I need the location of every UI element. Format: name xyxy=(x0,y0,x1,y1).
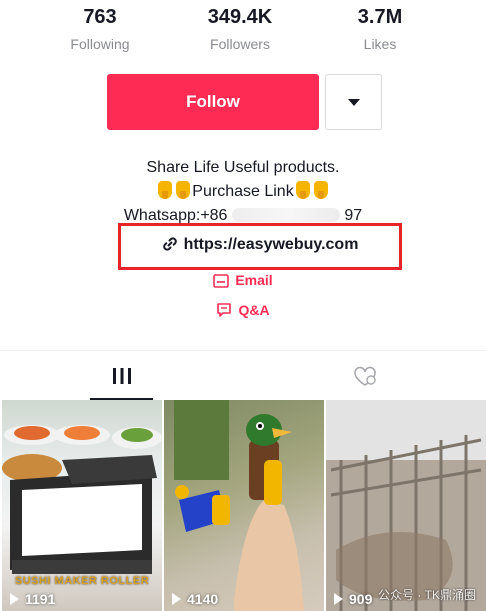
whatsapp-suffix: 97 xyxy=(344,207,363,224)
bio-line-1: Share Life Useful products. xyxy=(146,159,340,176)
profile-tabs xyxy=(0,350,486,400)
blurred-number xyxy=(231,208,340,222)
video-thumbnail[interactable]: 909 公众号 · TK鼎涌圈 xyxy=(326,400,486,611)
followers-count: 349.4K xyxy=(207,6,273,28)
stat-following[interactable]: 763 Following xyxy=(40,4,160,54)
video-thumbnail[interactable]: SUSHI MAKER ROLLER 1191 xyxy=(2,400,162,611)
grid-icon xyxy=(112,368,131,384)
likes-label: Likes xyxy=(363,36,397,52)
video-views: 4140 xyxy=(172,591,218,607)
profile-bio: Share Life Useful products. Purchase Lin… xyxy=(0,156,486,228)
video-thumbnail[interactable]: 4140 xyxy=(164,400,324,611)
followers-label: Followers xyxy=(210,36,270,52)
tab-videos[interactable] xyxy=(0,351,243,401)
bio-line-2: Purchase Link xyxy=(0,180,486,204)
toy-figure-image xyxy=(174,400,304,611)
purchase-link-text: Purchase Link xyxy=(192,183,294,200)
likes-count: 3.7M xyxy=(357,6,403,28)
following-label: Following xyxy=(70,36,130,52)
pointing-down-icon xyxy=(313,181,328,199)
link-icon xyxy=(162,237,177,251)
pointing-down-icon xyxy=(176,181,191,199)
pointing-down-icon xyxy=(295,181,310,199)
video-views: 909 xyxy=(334,591,372,607)
email-link[interactable]: Email xyxy=(0,272,486,288)
watermark-text: 公众号 · TK鼎涌圈 xyxy=(378,588,476,602)
caret-down-icon xyxy=(347,98,360,106)
following-count: 763 xyxy=(83,6,117,28)
more-options-button[interactable] xyxy=(325,74,382,130)
profile-stats: 763 Following 349.4K Followers 3.7M Like… xyxy=(40,4,440,56)
tab-liked[interactable] xyxy=(243,351,486,401)
pointing-down-icon xyxy=(158,181,173,199)
qa-icon xyxy=(217,303,232,317)
play-icon xyxy=(334,593,343,605)
whatsapp-prefix: Whatsapp:+86 xyxy=(123,207,228,224)
play-icon xyxy=(172,593,181,605)
qa-label: Q&A xyxy=(238,302,270,318)
link-url: https://easywebuy.com xyxy=(183,236,359,253)
liked-heart-icon xyxy=(353,366,376,386)
play-icon xyxy=(10,593,19,605)
qa-link[interactable]: Q&A xyxy=(0,302,486,318)
follow-button[interactable]: Follow xyxy=(107,74,319,130)
email-label: Email xyxy=(235,272,273,288)
video-grid: SUSHI MAKER ROLLER 1191 4140 909 公众号 · T… xyxy=(0,400,486,611)
stat-likes[interactable]: 3.7M Likes xyxy=(320,4,440,54)
video-views: 1191 xyxy=(10,591,55,607)
bio-link[interactable]: https://easywebuy.com xyxy=(121,236,399,254)
email-icon xyxy=(213,274,230,288)
window-rail-image xyxy=(326,400,486,611)
video-caption: SUSHI MAKER ROLLER xyxy=(14,575,150,587)
stat-followers[interactable]: 349.4K Followers xyxy=(180,4,300,54)
link-highlight-box: https://easywebuy.com xyxy=(118,223,402,270)
